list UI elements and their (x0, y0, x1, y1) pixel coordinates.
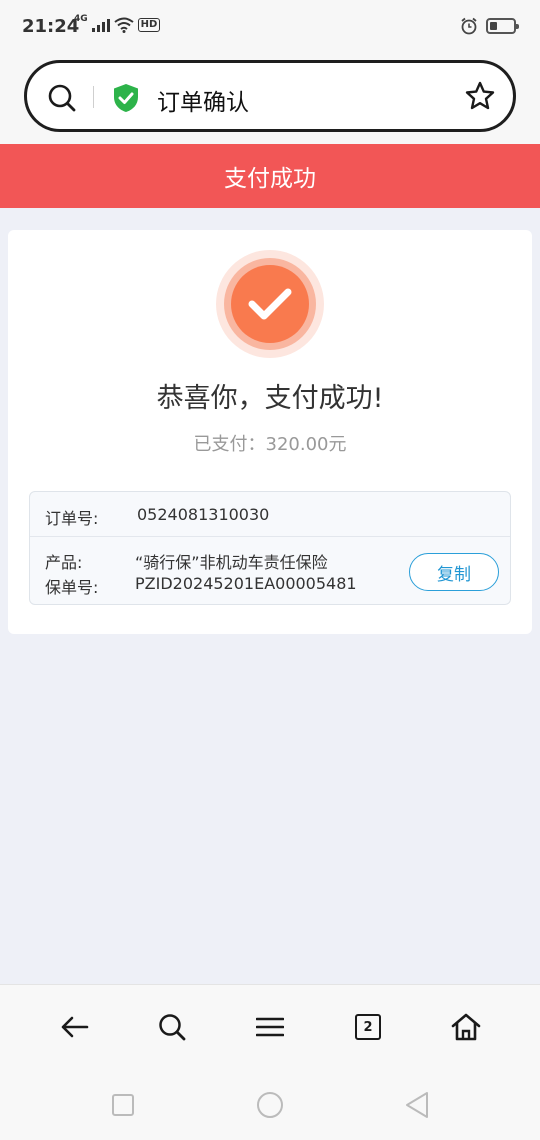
menu-button[interactable] (252, 1009, 288, 1045)
tab-count-icon: 2 (355, 1014, 381, 1040)
payment-success-banner: 支付成功 (0, 144, 540, 208)
home-button[interactable] (448, 1009, 484, 1045)
battery-icon (486, 18, 519, 34)
browser-bottom-nav: 2 (0, 984, 540, 1070)
paid-amount-line: 已支付：320.00元 (8, 430, 532, 456)
home-system-button[interactable] (255, 1090, 285, 1120)
status-icons-left: 4G HD (74, 14, 161, 33)
alarm-icon (461, 17, 477, 35)
back-arrow-icon (61, 1016, 89, 1038)
success-icon-ring (224, 258, 316, 350)
success-icon-halo (216, 250, 324, 358)
page-title: 订单确认 (157, 90, 249, 116)
star-icon[interactable] (465, 81, 495, 111)
menu-icon (256, 1017, 284, 1037)
order-number-row: 订单号: 0524081310030 (30, 492, 510, 537)
product-value: “骑行保”非机动车责任保险 (135, 553, 328, 572)
address-bar-area: 订单确认 (0, 56, 540, 144)
status-time: 21:24 (22, 16, 80, 37)
order-number-value: 0524081310030 (137, 505, 270, 524)
success-title: 恭喜你，支付成功! (156, 383, 384, 414)
back-system-button[interactable] (402, 1090, 432, 1120)
policy-number-label: 保单号: (45, 578, 99, 597)
shield-check-icon (114, 84, 138, 112)
signal-icon (91, 18, 110, 32)
policy-number-value: PZID20245201EA00005481 (135, 574, 357, 593)
square-icon (112, 1094, 134, 1116)
home-icon (451, 1013, 481, 1041)
success-card: 恭喜你，支付成功! 已支付：320.00元 订单号: 0524081310030… (8, 230, 532, 634)
tabs-button[interactable]: 2 (350, 1009, 386, 1045)
search-icon[interactable] (47, 83, 77, 113)
status-icons-right (460, 17, 519, 35)
network-type: 4G (74, 14, 88, 24)
status-bar: 21:24 4G HD (0, 0, 540, 56)
paid-label: 已支付： (193, 434, 266, 455)
search-button[interactable] (154, 1009, 190, 1045)
system-nav-bar (0, 1070, 540, 1140)
order-number-label: 订单号: (45, 509, 99, 528)
checkmark-icon (248, 288, 292, 320)
triangle-back-icon (406, 1092, 428, 1118)
copy-button[interactable]: 复制 (409, 553, 499, 591)
search-icon (159, 1014, 186, 1041)
wifi-icon (114, 17, 134, 33)
address-bar[interactable]: 订单确认 (24, 60, 516, 132)
back-button[interactable] (56, 1009, 92, 1045)
circle-icon (257, 1092, 283, 1118)
recents-button[interactable] (108, 1090, 138, 1120)
hd-icon: HD (137, 18, 161, 32)
order-info-box: 订单号: 0524081310030 产品: “骑行保”非机动车责任保险 保单号… (29, 491, 511, 605)
success-circle (231, 265, 309, 343)
address-divider (93, 86, 94, 108)
banner-text: 支付成功 (224, 166, 316, 192)
product-label: 产品: (45, 553, 83, 572)
paid-amount: 320.00元 (265, 434, 347, 455)
